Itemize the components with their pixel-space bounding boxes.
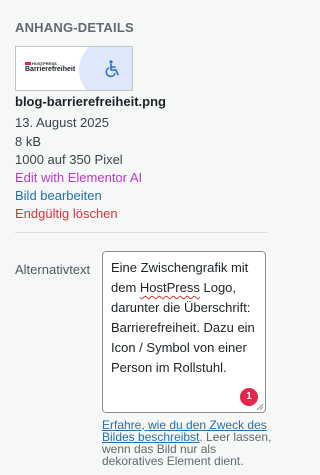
spellcheck-word[interactable]: HostPress <box>140 280 200 295</box>
alt-text-help: Erfahre, wie du den Zweck des Bildes bes… <box>102 419 272 467</box>
section-heading: ANHANG-DETAILS <box>15 20 134 35</box>
edit-with-elementor-link[interactable]: Edit with Elementor AI <box>15 170 142 185</box>
alt-text-textarea[interactable]: Eine Zwischengrafik mit dem HostPress Lo… <box>102 251 266 413</box>
alt-text-label: Alternativtext <box>15 262 91 277</box>
attachment-filesize: 8 kB <box>15 134 42 149</box>
delete-permanently-link[interactable]: Endgültig löschen <box>15 206 118 221</box>
attachment-date: 13. August 2025 <box>15 115 109 130</box>
thumbnail-title: Barrierefreiheit <box>25 66 76 73</box>
attachment-dimensions: 1000 auf 350 Pixel <box>15 152 123 167</box>
attachment-filename: blog-barrierefreiheit.png <box>15 94 166 109</box>
attachment-details-panel: ANHANG-DETAILS HOSTPRESS Barrierefreihei… <box>0 0 279 475</box>
edit-image-link[interactable]: Bild bearbeiten <box>15 188 102 203</box>
attachment-thumbnail[interactable]: HOSTPRESS Barrierefreiheit <box>15 46 133 91</box>
section-divider <box>15 232 267 233</box>
wheelchair-icon <box>105 60 119 78</box>
resize-handle-icon[interactable] <box>256 403 264 411</box>
